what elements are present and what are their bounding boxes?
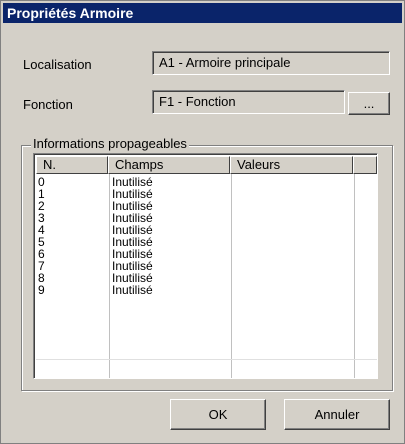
row-value: [233, 272, 235, 284]
window-title: Propriétés Armoire: [3, 3, 402, 23]
table-row[interactable]: 2 Inutilisé: [36, 200, 377, 212]
row-value: [233, 260, 235, 272]
table-row[interactable]: 0 Inutilisé: [36, 176, 377, 188]
row-value: [233, 188, 235, 200]
table-row[interactable]: 9 Inutilisé: [36, 284, 377, 296]
column-header-filler: [353, 156, 377, 174]
row-value: [233, 224, 235, 236]
table-header: N. Champs Valeurs: [36, 156, 377, 174]
row-value: [233, 236, 235, 248]
table-row[interactable]: 3 Inutilisé: [36, 212, 377, 224]
browse-fonction-button[interactable]: ...: [348, 92, 390, 115]
row-value: [233, 176, 235, 188]
table-row[interactable]: 1 Inutilisé: [36, 188, 377, 200]
localisation-label: Localisation: [23, 57, 92, 72]
fonction-field[interactable]: F1 - Fonction: [152, 90, 345, 114]
table-row[interactable]: 4 Inutilisé: [36, 224, 377, 236]
group-title: Informations propageables: [31, 136, 189, 151]
column-header-n[interactable]: N.: [36, 156, 108, 174]
table-row[interactable]: 5 Inutilisé: [36, 236, 377, 248]
ok-button[interactable]: OK: [170, 399, 266, 430]
row-number: 9: [38, 283, 45, 297]
table-row[interactable]: 7 Inutilisé: [36, 260, 377, 272]
dialog-window: Propriétés Armoire Localisation A1 - Arm…: [0, 0, 405, 444]
row-value: [233, 284, 235, 296]
row-value: [233, 200, 235, 212]
column-header-valeurs[interactable]: Valeurs: [230, 156, 353, 174]
row-divider: [36, 359, 377, 360]
localisation-field[interactable]: A1 - Armoire principale: [152, 51, 390, 75]
row-value: [233, 212, 235, 224]
row-field: Inutilisé: [112, 283, 153, 297]
cancel-button[interactable]: Annuler: [284, 399, 390, 430]
table-row[interactable]: 8 Inutilisé: [36, 272, 377, 284]
row-value: [233, 248, 235, 260]
propagable-info-table[interactable]: N. Champs Valeurs 0 Inutilisé 1 Inutilis…: [33, 153, 378, 379]
column-header-champs[interactable]: Champs: [108, 156, 230, 174]
table-row[interactable]: 6 Inutilisé: [36, 248, 377, 260]
fonction-label: Fonction: [23, 97, 73, 112]
